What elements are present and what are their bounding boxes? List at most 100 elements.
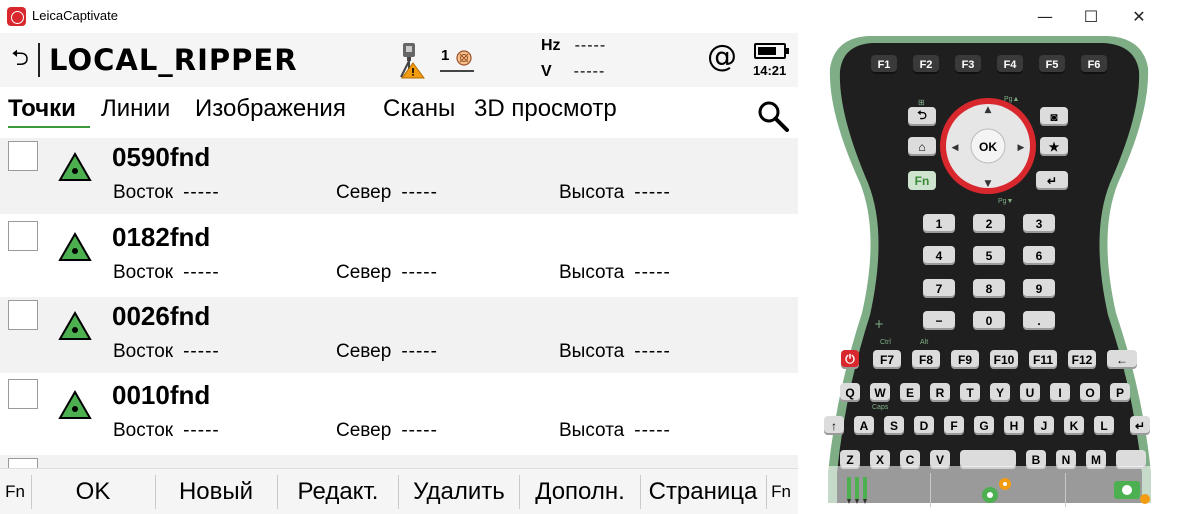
- key-minus[interactable]: −: [923, 311, 955, 330]
- more-button[interactable]: Дополн.: [520, 473, 640, 511]
- key-d[interactable]: D: [914, 416, 934, 435]
- row-checkbox[interactable]: [8, 221, 38, 251]
- key-f2[interactable]: F2: [913, 55, 939, 74]
- home-key[interactable]: ⌂: [908, 137, 936, 156]
- settings-gears-icon[interactable]: [978, 475, 1018, 505]
- list-item[interactable]: 0026fnd Восток ----- Север ----- Высота ---…: [0, 297, 798, 373]
- list-item[interactable]: 0010fnd Восток ----- Север ----- Высота ---…: [0, 376, 798, 452]
- return-key[interactable]: ↵: [1130, 416, 1150, 435]
- key-6[interactable]: 6: [1023, 246, 1055, 265]
- key-9[interactable]: 9: [1023, 279, 1055, 298]
- tab-points[interactable]: Точки: [8, 95, 76, 123]
- east-field: Восток -----: [113, 341, 220, 363]
- key-s[interactable]: S: [884, 416, 904, 435]
- fn-left-button[interactable]: Fn: [0, 473, 30, 511]
- minimize-button[interactable]: —: [1022, 0, 1068, 33]
- row-checkbox[interactable]: [8, 141, 38, 171]
- back-arrow-icon[interactable]: ⮌: [6, 45, 34, 73]
- maximize-button[interactable]: ☐: [1068, 0, 1114, 33]
- list-item[interactable]: 0182fnd Восток ----- Север ----- Высота ---…: [0, 218, 798, 294]
- row-checkbox[interactable]: [8, 379, 38, 409]
- power-icon: ⏻: [845, 352, 855, 366]
- key-2[interactable]: 2: [973, 214, 1005, 233]
- key-q[interactable]: Q: [840, 383, 860, 402]
- key-a[interactable]: A: [854, 416, 874, 435]
- key-p[interactable]: P: [1110, 383, 1130, 402]
- key-8[interactable]: 8: [973, 279, 1005, 298]
- battery-icon[interactable]: [754, 43, 789, 59]
- camera-settings-icon[interactable]: [1112, 475, 1152, 505]
- height-value: -----: [634, 182, 671, 203]
- page-button[interactable]: Страница: [640, 473, 766, 511]
- tab-scans[interactable]: Сканы: [383, 95, 455, 123]
- key-f9[interactable]: F9: [951, 350, 979, 369]
- key-l[interactable]: L: [1094, 416, 1114, 435]
- connection-at-icon[interactable]: @: [707, 39, 737, 74]
- power-key[interactable]: ⏻: [841, 350, 859, 369]
- tab-images[interactable]: Изображения: [195, 95, 346, 123]
- key-f7[interactable]: F7: [873, 350, 901, 369]
- north-field: Север -----: [336, 182, 438, 204]
- hz-readout: Hz -----: [541, 37, 606, 55]
- fn-key[interactable]: Fn: [908, 171, 936, 190]
- shift-key[interactable]: ↑: [824, 416, 844, 435]
- instrument-warning-icon[interactable]: [395, 41, 425, 79]
- ok-button[interactable]: OK: [32, 473, 154, 511]
- key-r[interactable]: R: [930, 383, 950, 402]
- list-item-partial[interactable]: [0, 455, 798, 468]
- undo-key[interactable]: ⮌: [908, 107, 936, 126]
- key-f5[interactable]: F5: [1039, 55, 1065, 74]
- list-item[interactable]: 0590fnd Восток ----- Север ----- Высота ---…: [0, 138, 798, 214]
- key-e[interactable]: E: [900, 383, 920, 402]
- prism-status[interactable]: 1: [440, 47, 476, 75]
- tab-lines[interactable]: Линии: [101, 95, 170, 123]
- close-button[interactable]: ✕: [1116, 0, 1162, 33]
- key-5[interactable]: 5: [973, 246, 1005, 265]
- row-checkbox[interactable]: [8, 458, 38, 468]
- key-4[interactable]: 4: [923, 246, 955, 265]
- key-f8[interactable]: F8: [912, 350, 940, 369]
- key-7[interactable]: 7: [923, 279, 955, 298]
- favourite-key[interactable]: ★: [1040, 137, 1068, 156]
- tab-3d-view[interactable]: 3D просмотр: [474, 95, 617, 123]
- key-t[interactable]: T: [960, 383, 980, 402]
- height-label: Высота: [559, 182, 625, 203]
- key-g[interactable]: G: [974, 416, 994, 435]
- search-icon[interactable]: [756, 99, 790, 133]
- key-f10[interactable]: F10: [990, 350, 1018, 369]
- height-value: -----: [634, 262, 671, 283]
- key-f[interactable]: F: [944, 416, 964, 435]
- new-button[interactable]: Новый: [156, 473, 276, 511]
- key-i[interactable]: I: [1050, 383, 1070, 402]
- fn-right-button[interactable]: Fn: [766, 473, 796, 511]
- key-o[interactable]: O: [1080, 383, 1100, 402]
- key-u[interactable]: U: [1020, 383, 1040, 402]
- point-name: 0182fnd: [112, 222, 211, 252]
- survey-pens-icon[interactable]: [844, 475, 870, 505]
- edit-button[interactable]: Редакт.: [278, 473, 398, 511]
- key-w[interactable]: W: [870, 383, 890, 402]
- enter-key[interactable]: ↵: [1036, 171, 1068, 190]
- key-f11[interactable]: F11: [1029, 350, 1057, 369]
- v-value: -----: [573, 63, 606, 80]
- key-h[interactable]: H: [1004, 416, 1024, 435]
- key-f1[interactable]: F1: [871, 55, 897, 74]
- east-label: Восток: [113, 420, 174, 441]
- key-0[interactable]: 0: [973, 311, 1005, 330]
- prism-baseline: [440, 70, 474, 72]
- delete-button[interactable]: Удалить: [399, 473, 519, 511]
- key-f3[interactable]: F3: [955, 55, 981, 74]
- row-checkbox[interactable]: [8, 300, 38, 330]
- key-f12[interactable]: F12: [1068, 350, 1096, 369]
- key-dot[interactable]: .: [1023, 311, 1055, 330]
- key-1[interactable]: 1: [923, 214, 955, 233]
- key-f4[interactable]: F4: [997, 55, 1023, 74]
- key-k[interactable]: K: [1064, 416, 1084, 435]
- camera-key[interactable]: ◙: [1040, 107, 1068, 126]
- key-3[interactable]: 3: [1023, 214, 1055, 233]
- key-y[interactable]: Y: [990, 383, 1010, 402]
- height-value: -----: [634, 420, 671, 441]
- key-j[interactable]: J: [1034, 416, 1054, 435]
- backspace-key[interactable]: ←: [1107, 350, 1137, 369]
- key-f6[interactable]: F6: [1081, 55, 1107, 74]
